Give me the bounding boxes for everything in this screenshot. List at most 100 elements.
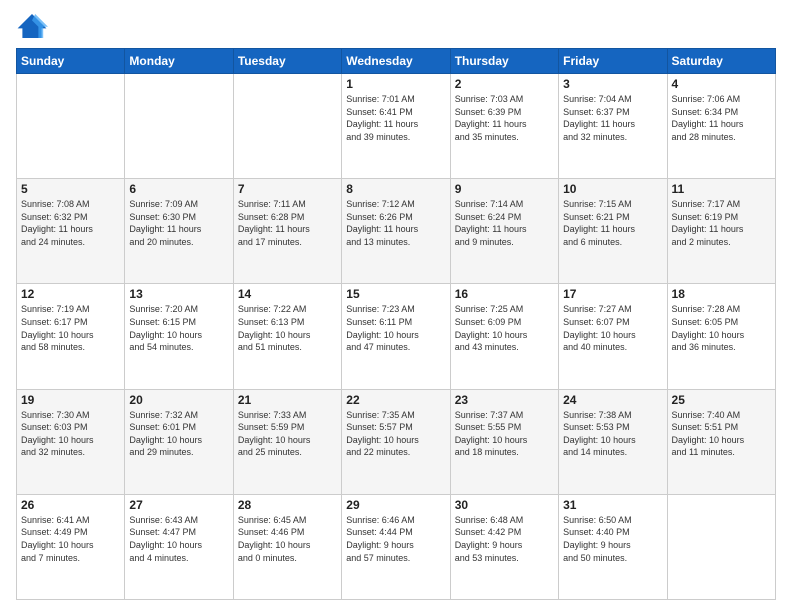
day-number: 16 (455, 287, 554, 301)
day-number: 27 (129, 498, 228, 512)
day-number: 3 (563, 77, 662, 91)
day-info: Sunrise: 6:50 AM Sunset: 4:40 PM Dayligh… (563, 514, 662, 564)
day-cell: 1 Sunrise: 7:01 AM Sunset: 6:41 PM Daylig… (342, 74, 450, 179)
day-number: 10 (563, 182, 662, 196)
day-number: 21 (238, 393, 337, 407)
day-number: 18 (672, 287, 771, 301)
day-number: 13 (129, 287, 228, 301)
week-row-4: 19 Sunrise: 7:30 AM Sunset: 6:03 PM Dayli… (17, 389, 776, 494)
day-info: Sunrise: 7:17 AM Sunset: 6:19 PM Dayligh… (672, 198, 771, 248)
day-cell: 10 Sunrise: 7:15 AM Sunset: 6:21 PM Dayli… (559, 179, 667, 284)
day-cell: 12 Sunrise: 7:19 AM Sunset: 6:17 PM Dayli… (17, 284, 125, 389)
day-number: 8 (346, 182, 445, 196)
day-cell: 30Sunrise: 6:48 AM Sunset: 4:42 PM Dayli… (450, 494, 558, 599)
day-info: Sunrise: 7:27 AM Sunset: 6:07 PM Dayligh… (563, 303, 662, 353)
day-number: 1 (346, 77, 445, 91)
logo-icon (16, 12, 48, 40)
day-cell: 15 Sunrise: 7:23 AM Sunset: 6:11 PM Dayli… (342, 284, 450, 389)
day-info: Sunrise: 7:37 AM Sunset: 5:55 PM Dayligh… (455, 409, 554, 459)
week-row-2: 5 Sunrise: 7:08 AM Sunset: 6:32 PM Daylig… (17, 179, 776, 284)
day-cell: 29 Sunrise: 6:46 AM Sunset: 4:44 PM Dayli… (342, 494, 450, 599)
day-info: Sunrise: 7:23 AM Sunset: 6:11 PM Dayligh… (346, 303, 445, 353)
day-number: 24 (563, 393, 662, 407)
day-info: Sunrise: 7:22 AM Sunset: 6:13 PM Dayligh… (238, 303, 337, 353)
day-cell: 25Sunrise: 7:40 AM Sunset: 5:51 PM Dayli… (667, 389, 775, 494)
day-info: Sunrise: 7:20 AM Sunset: 6:15 PM Dayligh… (129, 303, 228, 353)
week-row-5: 26 Sunrise: 6:41 AM Sunset: 4:49 PM Dayli… (17, 494, 776, 599)
calendar-table: SundayMondayTuesdayWednesdayThursdayFrid… (16, 48, 776, 600)
day-cell: 20 Sunrise: 7:32 AM Sunset: 6:01 PM Dayli… (125, 389, 233, 494)
day-cell: 24 Sunrise: 7:38 AM Sunset: 5:53 PM Dayli… (559, 389, 667, 494)
day-info: Sunrise: 7:28 AM Sunset: 6:05 PM Dayligh… (672, 303, 771, 353)
day-info: Sunrise: 7:06 AM Sunset: 6:34 PM Dayligh… (672, 93, 771, 143)
day-cell: 19 Sunrise: 7:30 AM Sunset: 6:03 PM Dayli… (17, 389, 125, 494)
week-row-1: 1 Sunrise: 7:01 AM Sunset: 6:41 PM Daylig… (17, 74, 776, 179)
day-info: Sunrise: 7:33 AM Sunset: 5:59 PM Dayligh… (238, 409, 337, 459)
day-number: 28 (238, 498, 337, 512)
day-number: 9 (455, 182, 554, 196)
day-info: Sunrise: 6:48 AM Sunset: 4:42 PM Dayligh… (455, 514, 554, 564)
day-info: Sunrise: 7:32 AM Sunset: 6:01 PM Dayligh… (129, 409, 228, 459)
day-info: Sunrise: 7:14 AM Sunset: 6:24 PM Dayligh… (455, 198, 554, 248)
day-number: 29 (346, 498, 445, 512)
day-number: 7 (238, 182, 337, 196)
day-number: 20 (129, 393, 228, 407)
day-cell: 5 Sunrise: 7:08 AM Sunset: 6:32 PM Daylig… (17, 179, 125, 284)
day-number: 19 (21, 393, 120, 407)
day-info: Sunrise: 6:41 AM Sunset: 4:49 PM Dayligh… (21, 514, 120, 564)
weekday-header-sunday: Sunday (17, 49, 125, 74)
day-number: 22 (346, 393, 445, 407)
day-cell: 4 Sunrise: 7:06 AM Sunset: 6:34 PM Daylig… (667, 74, 775, 179)
day-number: 5 (21, 182, 120, 196)
day-info: Sunrise: 7:35 AM Sunset: 5:57 PM Dayligh… (346, 409, 445, 459)
weekday-header-row: SundayMondayTuesdayWednesdayThursdayFrid… (17, 49, 776, 74)
day-info: Sunrise: 7:38 AM Sunset: 5:53 PM Dayligh… (563, 409, 662, 459)
weekday-header-saturday: Saturday (667, 49, 775, 74)
day-cell: 13 Sunrise: 7:20 AM Sunset: 6:15 PM Dayli… (125, 284, 233, 389)
day-cell: 31 Sunrise: 6:50 AM Sunset: 4:40 PM Dayli… (559, 494, 667, 599)
day-info: Sunrise: 7:08 AM Sunset: 6:32 PM Dayligh… (21, 198, 120, 248)
header (16, 12, 776, 40)
day-cell: 28 Sunrise: 6:45 AM Sunset: 4:46 PM Dayli… (233, 494, 341, 599)
day-number: 4 (672, 77, 771, 91)
day-info: Sunrise: 7:11 AM Sunset: 6:28 PM Dayligh… (238, 198, 337, 248)
day-number: 6 (129, 182, 228, 196)
day-number: 31 (563, 498, 662, 512)
weekday-header-friday: Friday (559, 49, 667, 74)
day-info: Sunrise: 7:30 AM Sunset: 6:03 PM Dayligh… (21, 409, 120, 459)
weekday-header-thursday: Thursday (450, 49, 558, 74)
day-cell (667, 494, 775, 599)
day-cell: 18 Sunrise: 7:28 AM Sunset: 6:05 PM Dayli… (667, 284, 775, 389)
day-cell: 21 Sunrise: 7:33 AM Sunset: 5:59 PM Dayli… (233, 389, 341, 494)
day-cell (125, 74, 233, 179)
day-cell: 26 Sunrise: 6:41 AM Sunset: 4:49 PM Dayli… (17, 494, 125, 599)
day-cell: 17 Sunrise: 7:27 AM Sunset: 6:07 PM Dayli… (559, 284, 667, 389)
day-info: Sunrise: 7:01 AM Sunset: 6:41 PM Dayligh… (346, 93, 445, 143)
day-cell: 11Sunrise: 7:17 AM Sunset: 6:19 PM Dayli… (667, 179, 775, 284)
day-info: Sunrise: 6:45 AM Sunset: 4:46 PM Dayligh… (238, 514, 337, 564)
week-row-3: 12 Sunrise: 7:19 AM Sunset: 6:17 PM Dayli… (17, 284, 776, 389)
day-cell: 7 Sunrise: 7:11 AM Sunset: 6:28 PM Daylig… (233, 179, 341, 284)
day-info: Sunrise: 7:19 AM Sunset: 6:17 PM Dayligh… (21, 303, 120, 353)
day-number: 15 (346, 287, 445, 301)
day-cell (17, 74, 125, 179)
day-number: 26 (21, 498, 120, 512)
day-info: Sunrise: 7:09 AM Sunset: 6:30 PM Dayligh… (129, 198, 228, 248)
day-number: 17 (563, 287, 662, 301)
day-info: Sunrise: 6:46 AM Sunset: 4:44 PM Dayligh… (346, 514, 445, 564)
day-info: Sunrise: 7:15 AM Sunset: 6:21 PM Dayligh… (563, 198, 662, 248)
day-info: Sunrise: 6:43 AM Sunset: 4:47 PM Dayligh… (129, 514, 228, 564)
day-number: 12 (21, 287, 120, 301)
day-info: Sunrise: 7:04 AM Sunset: 6:37 PM Dayligh… (563, 93, 662, 143)
weekday-header-monday: Monday (125, 49, 233, 74)
day-cell (233, 74, 341, 179)
weekday-header-wednesday: Wednesday (342, 49, 450, 74)
day-cell: 2Sunrise: 7:03 AM Sunset: 6:39 PM Daylig… (450, 74, 558, 179)
day-cell: 14 Sunrise: 7:22 AM Sunset: 6:13 PM Dayli… (233, 284, 341, 389)
day-number: 2 (455, 77, 554, 91)
day-number: 14 (238, 287, 337, 301)
day-cell: 27 Sunrise: 6:43 AM Sunset: 4:47 PM Dayli… (125, 494, 233, 599)
day-number: 23 (455, 393, 554, 407)
day-cell: 9 Sunrise: 7:14 AM Sunset: 6:24 PM Daylig… (450, 179, 558, 284)
day-info: Sunrise: 7:12 AM Sunset: 6:26 PM Dayligh… (346, 198, 445, 248)
